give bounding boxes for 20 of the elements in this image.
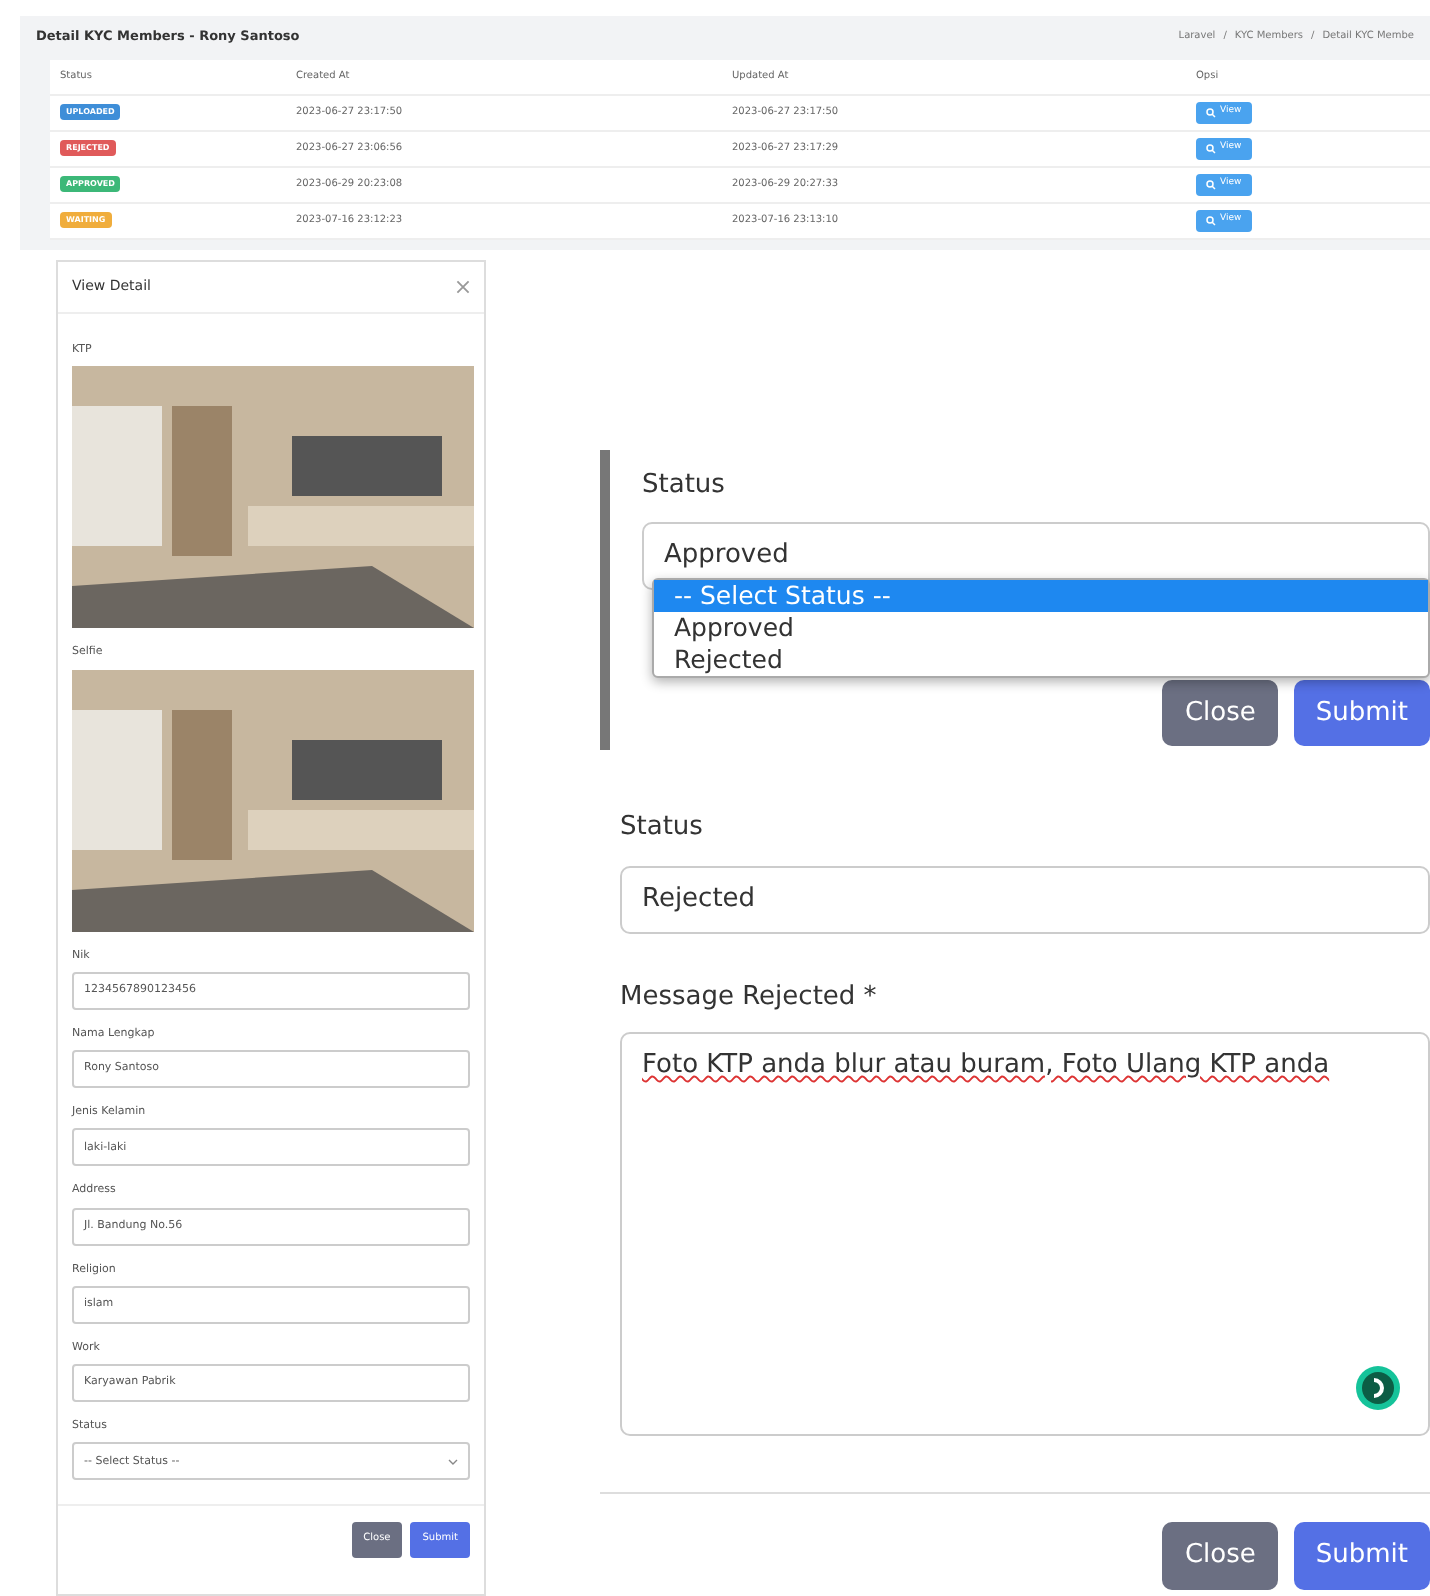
dropdown-option[interactable]: Approved [654,612,1428,644]
select-field[interactable]: Rejected [620,865,1430,933]
close-icon[interactable] [456,280,470,294]
close-button[interactable]: Close [1162,679,1278,746]
message-text: Foto KTP anda blur atau buram, Foto Ulang KTP anda [642,1050,1330,1080]
search-icon [1206,215,1216,226]
submit-button[interactable]: Submit [1293,679,1430,746]
message-textarea[interactable]: Foto KTP anda blur atau buram, Foto Ulang KTP anda [620,1032,1430,1436]
search-icon [1206,143,1216,154]
field-label: Status [620,810,705,846]
caret-icon [448,1457,458,1466]
submit-button[interactable]: Submit [1293,1522,1430,1589]
assistant-icon[interactable] [1356,1366,1400,1410]
field-label: Message Rejected * [620,979,879,1015]
dropdown-option[interactable]: -- Select Status -- [654,580,1428,612]
search-icon [1206,179,1216,190]
field-label: Status [642,468,727,504]
search-icon [1206,107,1216,118]
close-button[interactable]: Close [1162,1522,1278,1589]
dropdown-option[interactable]: Rejected [654,644,1428,676]
